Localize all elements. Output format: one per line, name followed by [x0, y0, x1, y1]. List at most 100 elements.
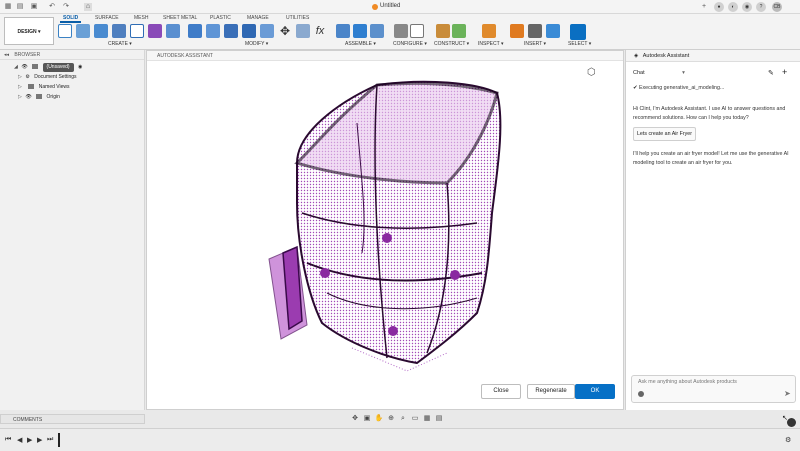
parameters-icon[interactable]: fx [313, 24, 327, 38]
close-button[interactable]: Close [481, 384, 521, 399]
previous-step-icon[interactable]: ◀ [17, 436, 22, 444]
attach-icon[interactable] [638, 391, 644, 397]
pattern-icon[interactable] [166, 24, 180, 38]
tab-mesh[interactable]: MESH [131, 15, 151, 21]
play-icon[interactable]: ▶ [27, 436, 32, 444]
visibility-icon[interactable]: 👁 [21, 64, 27, 70]
browser-item-document-settings[interactable]: ▷ ⚙ Document Settings [18, 73, 77, 82]
group-assemble[interactable]: ASSEMBLE ▾ [345, 41, 376, 47]
tab-sheet-metal[interactable]: SHEET METAL [160, 15, 200, 21]
chat-input[interactable]: Ask me anything about Autodesk products … [631, 375, 796, 403]
collapse-icon[interactable]: ◂◂ [4, 52, 9, 58]
timeline-marker[interactable] [58, 433, 60, 447]
tab-plastic[interactable]: PLASTIC [207, 15, 234, 21]
air-fryer-mesh-model[interactable] [147, 63, 625, 393]
radio-icon[interactable]: ◉ [78, 64, 82, 70]
zoom-icon[interactable]: ⊕ [386, 414, 396, 424]
browser-root[interactable]: ◢ 👁 (Unsaved) ◉ [14, 63, 82, 72]
collapse-arrow-icon[interactable]: ◢ [14, 63, 20, 72]
rib-icon[interactable] [148, 24, 162, 38]
tab-utilities[interactable]: UTILITIES [283, 15, 312, 21]
new-component-icon[interactable] [336, 24, 350, 38]
midplane-icon[interactable] [452, 24, 466, 38]
next-step-icon[interactable]: ▶ [37, 436, 42, 444]
orbit-icon[interactable]: ✥ [350, 414, 360, 424]
visibility-icon[interactable]: 👁 [25, 94, 31, 100]
select-icon[interactable] [570, 24, 586, 40]
measure-icon[interactable] [482, 24, 496, 38]
regenerate-button[interactable]: Regenerate [527, 384, 575, 399]
new-sketch-icon[interactable] [58, 24, 72, 38]
document-status-icon [372, 4, 378, 10]
ok-button[interactable]: OK [575, 384, 615, 399]
group-create[interactable]: CREATE ▾ [108, 41, 132, 47]
configure-icon[interactable] [394, 24, 408, 38]
comments-panel[interactable]: COMMENTS [0, 414, 145, 424]
send-icon[interactable]: ➤ [784, 389, 791, 398]
assistant-toggle-icon[interactable] [787, 418, 796, 427]
suggestion-button[interactable]: Lets create an Air Fryer [633, 127, 696, 141]
tab-manage[interactable]: MANAGE [244, 15, 272, 21]
zoom-window-icon[interactable]: ⌕ [398, 414, 408, 424]
revolve-icon[interactable] [94, 24, 108, 38]
group-configure[interactable]: CONFIGURE ▾ [393, 41, 427, 47]
expand-arrow-icon[interactable]: ▷ [18, 73, 24, 82]
view-cube-icon[interactable]: ⬡ [587, 67, 611, 87]
avatar[interactable]: CB [772, 2, 782, 12]
job-status-icon[interactable]: ◐ [728, 2, 738, 12]
extrude-icon[interactable] [76, 24, 90, 38]
display-settings-icon[interactable]: ▭ [410, 414, 420, 424]
look-at-icon[interactable]: ▣ [362, 414, 372, 424]
as-built-joint-icon[interactable] [370, 24, 384, 38]
insert-derive-icon[interactable] [510, 24, 524, 38]
group-insert[interactable]: INSERT ▾ [524, 41, 546, 47]
browser-item-named-views[interactable]: ▷ Named Views [18, 83, 70, 92]
canvas-icon[interactable] [546, 24, 560, 38]
first-step-icon[interactable]: ⏮ [5, 436, 11, 444]
home-icon[interactable]: ⌂ [84, 3, 92, 11]
viewports-icon[interactable]: ▤ [434, 414, 444, 424]
expand-arrow-icon[interactable]: ▷ [18, 83, 24, 92]
scale-icon[interactable] [260, 24, 274, 38]
expand-arrow-icon[interactable]: ▷ [18, 93, 24, 102]
group-inspect[interactable]: INSPECT ▾ [478, 41, 503, 47]
decal-icon[interactable] [528, 24, 542, 38]
new-tab-icon[interactable]: + [700, 3, 708, 11]
last-step-icon[interactable]: ⏭ [47, 436, 53, 444]
save-icon[interactable]: ▣ [30, 3, 38, 11]
press-pull-icon[interactable] [188, 24, 202, 38]
new-chat-icon[interactable]: + [782, 67, 787, 77]
redo-icon[interactable]: ↷ [62, 3, 70, 11]
tab-surface[interactable]: SURFACE [92, 15, 122, 21]
joint-icon[interactable] [353, 24, 367, 38]
pin-icon[interactable]: ✎ [768, 69, 774, 77]
delete-icon[interactable] [296, 24, 310, 38]
tab-solid[interactable]: SOLID [60, 15, 82, 23]
help-icon[interactable]: ? [756, 2, 766, 12]
shell-icon[interactable] [224, 24, 238, 38]
item-label: Origin [46, 94, 60, 100]
table-icon[interactable] [410, 24, 424, 38]
group-construct[interactable]: CONSTRUCT ▾ [434, 41, 469, 47]
app-menu-icon[interactable]: ▦ [4, 3, 12, 11]
group-select[interactable]: SELECT ▾ [568, 41, 591, 47]
timeline-settings-icon[interactable]: ⚙ [785, 436, 791, 444]
chat-input-placeholder: Ask me anything about Autodesk products [638, 379, 737, 385]
move-icon[interactable]: ✥ [278, 24, 292, 38]
extensions-icon[interactable]: ● [714, 2, 724, 12]
notifications-icon[interactable]: ◉ [742, 2, 752, 12]
grid-icon[interactable]: ▦ [422, 414, 432, 424]
browser-item-origin[interactable]: ▷ 👁 Origin [18, 93, 60, 102]
sweep-icon[interactable] [112, 24, 126, 38]
combine-icon[interactable] [242, 24, 256, 38]
pan-icon[interactable]: ✋ [374, 414, 384, 424]
undo-icon[interactable]: ↶ [48, 3, 56, 11]
workspace-switcher[interactable]: DESIGN ▾ [4, 17, 54, 45]
chat-mode-select[interactable]: Chat ▾ [633, 70, 685, 76]
fillet-icon[interactable] [206, 24, 220, 38]
file-icon[interactable]: ▤ [16, 3, 24, 11]
offset-plane-icon[interactable] [436, 24, 450, 38]
viewport[interactable]: AUTODESK ASSISTANT ⬡ Close Regenerate OK [146, 50, 624, 410]
group-modify[interactable]: MODIFY ▾ [245, 41, 268, 47]
loft-icon[interactable] [130, 24, 144, 38]
